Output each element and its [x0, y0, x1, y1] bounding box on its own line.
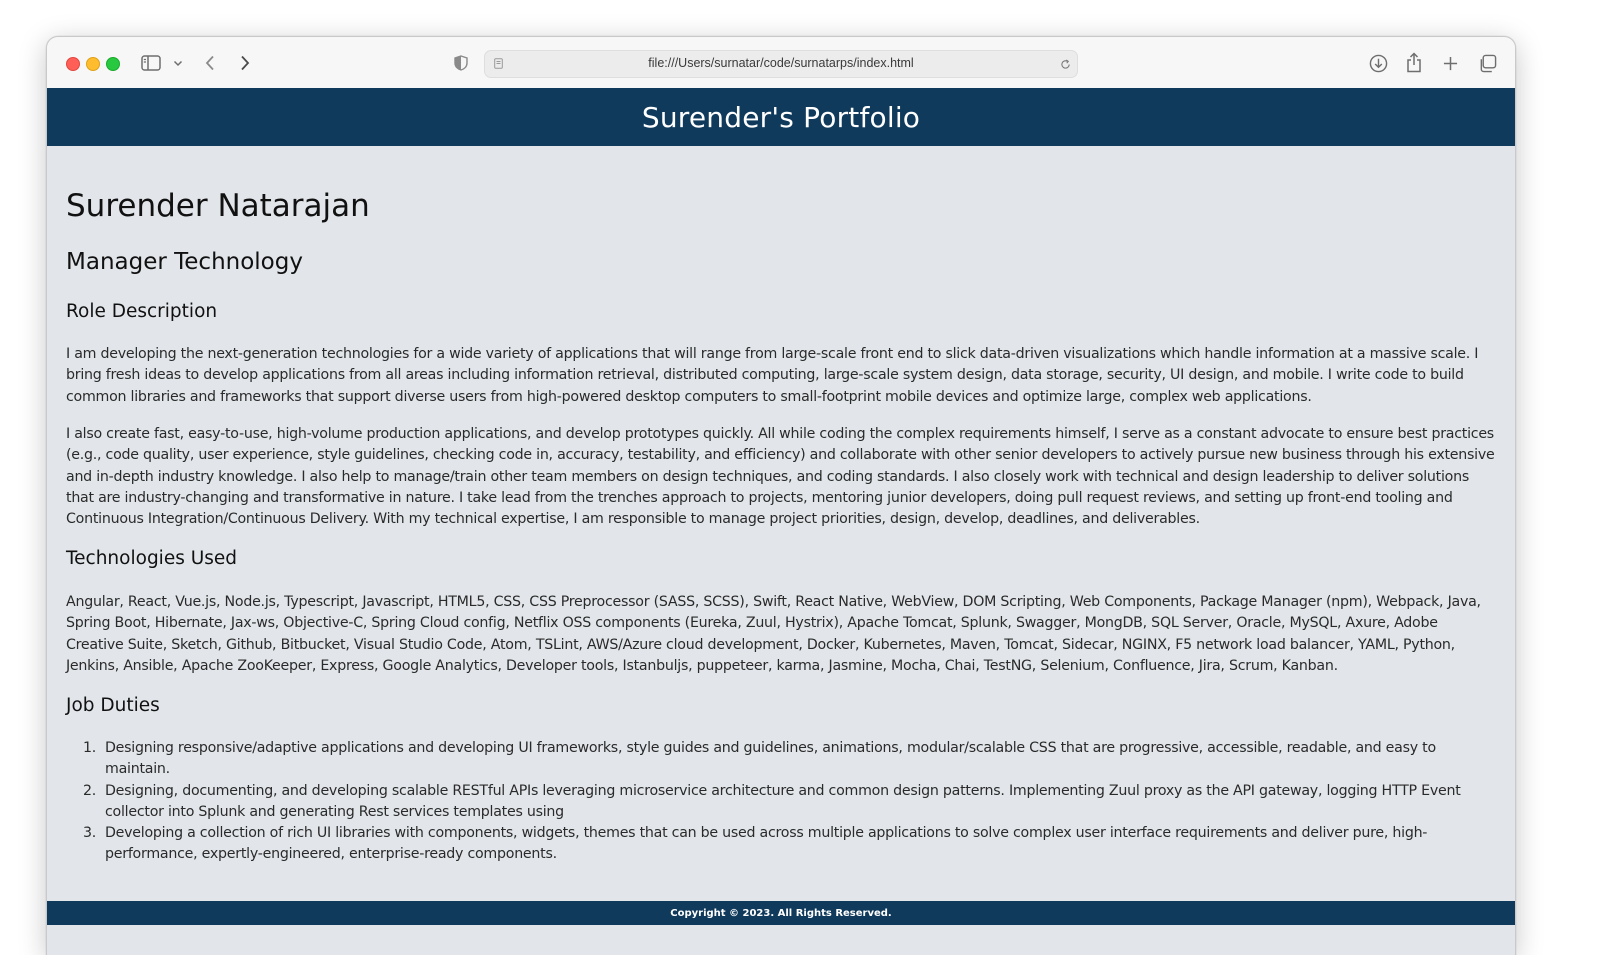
browser-toolbar: file:///Users/surnatar/code/surnatarps/i…	[47, 37, 1515, 89]
share-icon[interactable]	[1404, 50, 1424, 74]
maximize-window-button[interactable]	[106, 57, 120, 71]
sidebar-icon[interactable]	[140, 53, 162, 73]
job-duties-heading: Job Duties	[66, 695, 160, 716]
url-text[interactable]: file:///Users/surnatar/code/surnatarps/i…	[485, 56, 1077, 70]
role-description-heading: Role Description	[66, 301, 218, 322]
list-item-number: 1.	[83, 740, 97, 756]
role-paragraph-2: I also create fast, easy-to-use, high-vo…	[66, 426, 1495, 528]
role-paragraph-1: I am developing the next-generation tech…	[66, 346, 1479, 405]
chevron-left-icon[interactable]	[201, 52, 219, 74]
technologies-heading: Technologies Used	[66, 548, 238, 569]
site-footer: Copyright © 2023. All Rights Reserved.	[47, 901, 1515, 925]
profile-name: Surender Natarajan	[66, 188, 370, 224]
list-item-text: Designing responsive/adaptive applicatio…	[105, 740, 1436, 778]
list-item-number: 2.	[83, 782, 97, 799]
site-title: Surender's Portfolio	[641, 100, 921, 134]
address-bar[interactable]: file:///Users/surnatar/code/surnatarps/i…	[484, 50, 1078, 78]
plus-icon[interactable]	[1440, 53, 1460, 73]
list-item: 1. Designing responsive/adaptive applica…	[66, 738, 1498, 781]
reload-icon[interactable]	[1058, 57, 1072, 71]
download-icon[interactable]	[1367, 52, 1389, 74]
browser-window: file:///Users/surnatar/code/surnatarps/i…	[46, 36, 1516, 955]
technologies-text: Angular, React, Vue.js, Node.js, Typescr…	[66, 594, 1481, 674]
site-header: Surender's Portfolio	[47, 88, 1515, 146]
job-title: Manager Technology	[66, 249, 303, 275]
list-item-text: Designing, documenting, and developing s…	[105, 782, 1461, 820]
list-item: 2. Designing, documenting, and developin…	[66, 781, 1498, 824]
chevron-down-icon[interactable]	[171, 56, 185, 70]
chevron-right-icon[interactable]	[236, 52, 254, 74]
shield-icon[interactable]	[452, 53, 470, 73]
tab-overview-icon[interactable]	[1476, 52, 1498, 74]
job-duties-list: 1. Designing responsive/adaptive applica…	[66, 738, 1498, 866]
copyright-text: Copyright © 2023. All Rights Reserved.	[670, 907, 892, 919]
list-item-text: Developing a collection of rich UI libra…	[105, 825, 1428, 863]
list-item: 3. Developing a collection of rich UI li…	[66, 823, 1498, 866]
minimize-window-button[interactable]	[86, 57, 100, 71]
close-window-button[interactable]	[66, 57, 80, 71]
list-item-number: 3.	[83, 825, 97, 842]
